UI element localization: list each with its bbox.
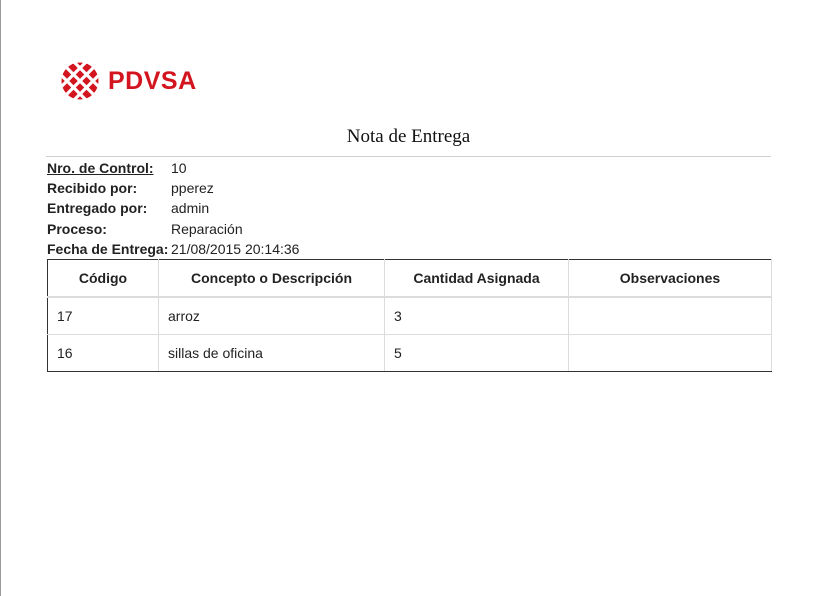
- header-cantidad: Cantidad Asignada: [384, 259, 569, 298]
- cell-cantidad: 3: [384, 297, 569, 335]
- pdvsa-sun-icon: [60, 61, 100, 101]
- info-row-delivered: Entregado por: admin: [47, 198, 299, 218]
- table-header-row: Código Concepto o Descripción Cantidad A…: [47, 259, 772, 298]
- process-label: Proceso:: [47, 220, 107, 237]
- cell-codigo: 17: [47, 297, 159, 335]
- page-left-border: [0, 0, 1, 596]
- control-number-value: 10: [171, 160, 187, 176]
- info-row-received: Recibido por: pperez: [47, 178, 299, 198]
- delivery-date-value: 21/08/2015 20:14:36: [171, 240, 300, 257]
- control-number-label: Nro. de Control:: [47, 160, 154, 176]
- info-row-control: Nro. de Control: 10: [47, 158, 299, 178]
- cell-cantidad: 5: [384, 334, 569, 372]
- received-by-label: Recibido por:: [47, 180, 138, 197]
- pdvsa-logo: PDVSA: [60, 61, 197, 101]
- received-by-value: pperez: [171, 180, 214, 197]
- document-title: Nota de Entrega: [346, 126, 471, 147]
- header-observaciones: Observaciones: [568, 259, 772, 298]
- table-row: 16 sillas de oficina 5: [47, 334, 772, 372]
- header-codigo: Código: [47, 259, 159, 298]
- table-row: 17 arroz 3: [47, 297, 772, 335]
- delivery-date-label: Fecha de Entrega:: [47, 240, 169, 257]
- cell-concepto: sillas de oficina: [158, 334, 385, 372]
- cell-observaciones: [568, 334, 772, 372]
- delivered-by-label: Entregado por:: [47, 200, 148, 217]
- title-divider: [46, 156, 771, 157]
- cell-codigo: 16: [47, 334, 159, 372]
- delivery-info: Nro. de Control: 10 Recibido por: pperez…: [47, 158, 299, 259]
- info-row-process: Proceso: Reparación: [47, 219, 299, 239]
- header-concepto: Concepto o Descripción: [158, 259, 385, 298]
- brand-name: PDVSA: [108, 66, 197, 95]
- process-value: Reparación: [171, 220, 243, 237]
- info-row-date: Fecha de Entrega: 21/08/2015 20:14:36: [47, 239, 299, 259]
- cell-concepto: arroz: [158, 297, 385, 335]
- cell-observaciones: [568, 297, 772, 335]
- delivered-by-value: admin: [171, 200, 210, 217]
- items-table: Código Concepto o Descripción Cantidad A…: [47, 259, 772, 372]
